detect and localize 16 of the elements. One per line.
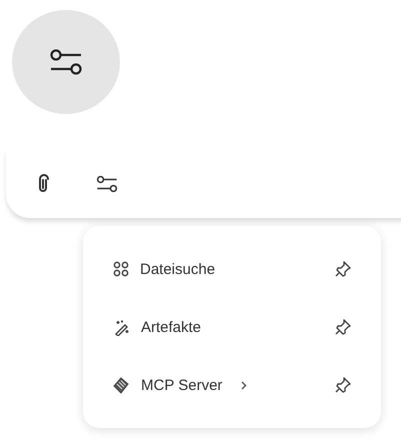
nodes-icon bbox=[113, 261, 129, 277]
server-icon bbox=[113, 376, 130, 394]
pin-button[interactable] bbox=[333, 317, 353, 337]
menu-item[interactable]: MCP Server bbox=[113, 376, 248, 394]
pin-icon bbox=[334, 376, 352, 394]
magic-wand-icon bbox=[113, 318, 130, 336]
pin-icon bbox=[334, 260, 352, 278]
sliders-icon bbox=[49, 48, 83, 76]
pin-icon bbox=[334, 318, 352, 336]
paperclip-icon bbox=[36, 174, 50, 194]
menu-item[interactable]: Artefakte bbox=[113, 318, 202, 336]
pin-button[interactable] bbox=[333, 375, 353, 395]
menu-item[interactable]: Dateisuche bbox=[113, 260, 216, 278]
sliders-icon bbox=[96, 175, 118, 193]
pin-button[interactable] bbox=[333, 259, 353, 279]
tools-button[interactable] bbox=[96, 173, 118, 195]
